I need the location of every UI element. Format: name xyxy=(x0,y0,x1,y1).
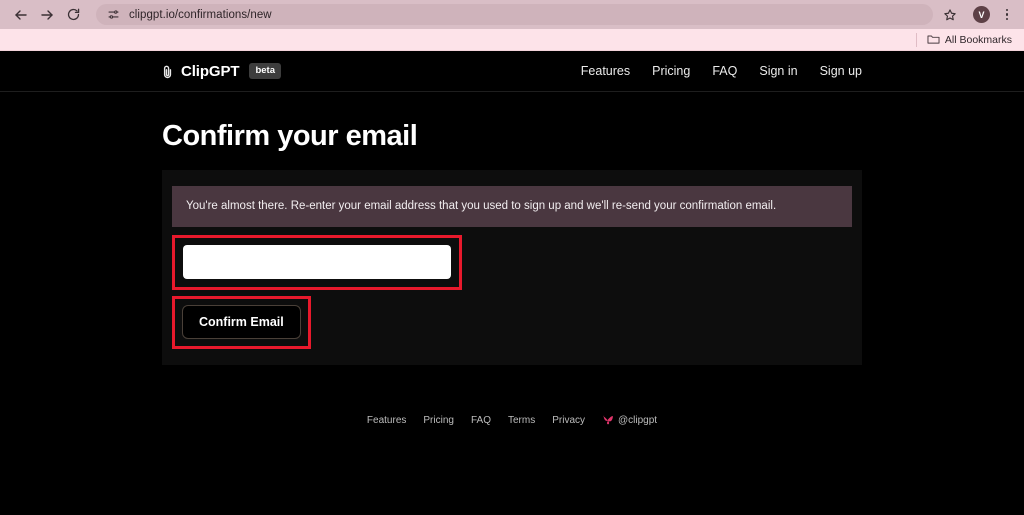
page-content: ClipGPT beta Features Pricing FAQ Sign i… xyxy=(0,51,1024,515)
confirm-email-button[interactable]: Confirm Email xyxy=(182,304,301,339)
url-text: clipgpt.io/confirmations/new xyxy=(129,8,272,21)
footer-link-pricing[interactable]: Pricing xyxy=(423,415,454,426)
profile-avatar[interactable]: V xyxy=(973,6,990,23)
all-bookmarks-button[interactable]: All Bookmarks xyxy=(927,34,1012,46)
site-footer: Features Pricing FAQ Terms Privacy @clip… xyxy=(0,415,1024,426)
social-handle[interactable]: @clipgpt xyxy=(618,415,657,426)
footer-link-terms[interactable]: Terms xyxy=(508,415,535,426)
bookmark-star-icon[interactable] xyxy=(939,4,961,26)
bookmarks-bar: All Bookmarks xyxy=(0,29,1024,51)
confirmation-card: You're almost there. Re-enter your email… xyxy=(162,170,862,365)
main-nav: Features Pricing FAQ Sign in Sign up xyxy=(581,64,862,78)
reload-icon xyxy=(67,8,79,21)
browser-chrome: clipgpt.io/confirmations/new V All Bookm… xyxy=(0,0,1024,51)
nav-item-features[interactable]: Features xyxy=(581,64,630,78)
forward-button[interactable] xyxy=(34,2,60,28)
confirm-email-button-annotation: Confirm Email xyxy=(172,295,311,349)
back-arrow-icon xyxy=(15,9,27,20)
tune-sliders-icon[interactable] xyxy=(106,7,121,22)
footer-link-features[interactable]: Features xyxy=(367,415,406,426)
beta-badge: beta xyxy=(249,63,282,79)
nav-item-sign-up[interactable]: Sign up xyxy=(820,64,862,78)
bluesky-butterfly-icon xyxy=(602,415,613,425)
nav-item-sign-in[interactable]: Sign in xyxy=(759,64,797,78)
address-bar[interactable]: clipgpt.io/confirmations/new xyxy=(96,4,933,25)
brand-logo[interactable]: ClipGPT beta xyxy=(162,62,282,80)
folder-icon xyxy=(927,34,940,46)
paperclip-icon xyxy=(162,64,174,79)
nav-item-pricing[interactable]: Pricing xyxy=(652,64,690,78)
back-button[interactable] xyxy=(8,2,34,28)
email-input[interactable] xyxy=(183,244,451,279)
social-link[interactable]: @clipgpt xyxy=(602,415,657,426)
bookmarks-divider xyxy=(915,32,917,47)
footer-link-privacy[interactable]: Privacy xyxy=(552,415,585,426)
forward-arrow-icon xyxy=(41,9,53,20)
reload-button[interactable] xyxy=(60,2,86,28)
info-alert: You're almost there. Re-enter your email… xyxy=(172,186,852,227)
site-header: ClipGPT beta Features Pricing FAQ Sign i… xyxy=(0,51,1024,92)
nav-item-faq[interactable]: FAQ xyxy=(712,64,737,78)
brand-name: ClipGPT xyxy=(181,62,240,80)
all-bookmarks-label: All Bookmarks xyxy=(944,33,1012,46)
browser-toolbar: clipgpt.io/confirmations/new V xyxy=(0,0,1024,29)
page-title: Confirm your email xyxy=(162,120,418,152)
kebab-menu-icon[interactable] xyxy=(998,4,1016,26)
email-input-annotation xyxy=(172,234,462,290)
footer-link-faq[interactable]: FAQ xyxy=(471,415,491,426)
